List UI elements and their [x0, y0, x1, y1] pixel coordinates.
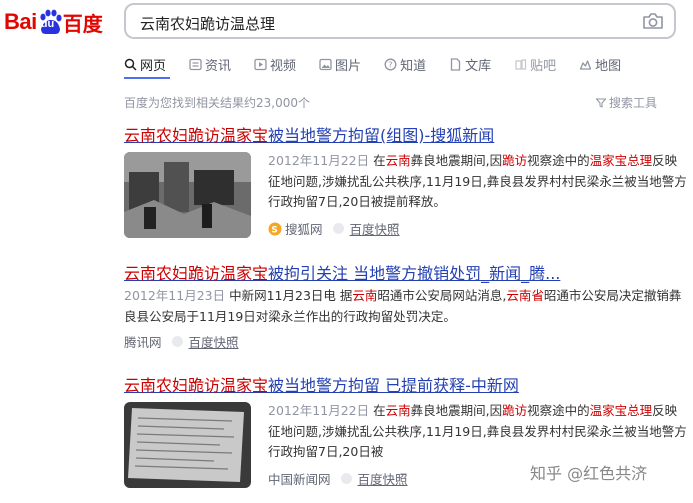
title-text: 被拘引关注 当地警方撤销处罚_新闻_腾...: [268, 264, 561, 283]
abstract-highlight: 跪访: [502, 153, 528, 168]
result-count: 百度为您找到相关结果约23,000个: [124, 96, 310, 110]
tab-label: 网页: [140, 58, 167, 74]
info-dot-icon[interactable]: [340, 473, 352, 484]
camera-icon[interactable]: [642, 12, 664, 30]
info-dot-icon[interactable]: [332, 223, 344, 234]
search-input[interactable]: [138, 11, 622, 35]
tab-label: 知道: [400, 58, 427, 74]
video-icon: [254, 58, 267, 70]
svg-text:?: ?: [388, 60, 392, 69]
abstract-text: 在: [373, 153, 386, 168]
tab-web[interactable]: 网页: [124, 52, 166, 76]
result-thumbnail[interactable]: [124, 402, 251, 488]
active-tab-indicator: [124, 77, 170, 79]
paw-icon: du: [38, 9, 62, 35]
result-source-row: 腾讯网 百度快照: [124, 332, 239, 351]
tab-tieba[interactable]: 贴吧: [514, 52, 556, 76]
result-date: 2012年11月22日: [268, 153, 370, 168]
search-tools-button[interactable]: 搜索工具: [596, 94, 657, 111]
result-source[interactable]: 中国新闻网: [268, 469, 331, 488]
tab-wenku[interactable]: 文库: [449, 52, 491, 76]
watermark: 知乎 @红色共济: [530, 464, 648, 483]
tab-label: 贴吧: [530, 58, 557, 74]
result-abstract: 2012年11月22日 在云南彝良地震期间,因跪访视察途中的温家宝总理反映征地问…: [268, 151, 688, 213]
abstract-text: 视察途中的: [527, 153, 590, 168]
result-source-row: S 搜狐网 百度快照: [268, 219, 400, 238]
tab-label: 地图: [595, 58, 622, 74]
result-abstract: 2012年11月22日 在云南彝良地震期间,因跪访视察途中的温家宝总理反映征地问…: [268, 401, 688, 463]
abstract-highlight: 云南: [352, 288, 378, 303]
abstract-text: 彝良地震期间,因: [410, 153, 503, 168]
news-icon: [189, 58, 202, 70]
tab-map[interactable]: 地图: [579, 52, 621, 76]
logo-baidu-cn: 百度: [62, 11, 103, 36]
result-title-link[interactable]: 云南农妇跪访温家宝被当地警方拘留 已提前获释-中新网: [124, 372, 519, 396]
result-source-row: 中国新闻网 百度快照: [268, 469, 408, 488]
snapshot-link[interactable]: 百度快照: [350, 219, 400, 238]
abstract-text: 视察途中的: [527, 403, 590, 418]
abstract-highlight: 云南省: [506, 288, 544, 303]
search-tabs: 网页 资讯 视频 图片 ? 知道 文库 贴吧 地图: [124, 52, 644, 76]
abstract-highlight: 云南: [385, 153, 411, 168]
title-highlight: 云南农妇跪访温家宝: [124, 126, 269, 145]
result-date: 2012年11月22日: [268, 403, 370, 418]
tab-label: 图片: [335, 58, 362, 74]
baidu-logo[interactable]: Bai du 百度: [4, 6, 103, 38]
abstract-highlight: 温家宝总理: [589, 153, 653, 168]
map-icon: [579, 59, 592, 70]
result-thumbnail[interactable]: [124, 152, 251, 238]
filter-icon: [596, 98, 606, 108]
tab-label: 视频: [270, 58, 297, 74]
abstract-text: 在: [373, 403, 386, 418]
search-result: 云南农妇跪访温家宝被当地警方拘留 已提前获释-中新网 2012年11月22日 在…: [124, 372, 687, 488]
tab-video[interactable]: 视频: [254, 52, 296, 76]
tab-label: 资讯: [205, 58, 232, 74]
result-title-link[interactable]: 云南农妇跪访温家宝被拘引关注 当地警方撤销处罚_新闻_腾...: [124, 260, 560, 284]
title-highlight: 云南农妇跪访温家宝: [124, 264, 269, 283]
search-icon: [124, 58, 137, 71]
search-box: [124, 3, 676, 39]
abstract-highlight: 温家宝总理: [589, 403, 653, 418]
title-text: 被当地警方拘留(组图)-搜狐新闻: [268, 126, 495, 145]
logo-bai: Bai: [4, 9, 37, 34]
search-tools-label: 搜索工具: [609, 96, 658, 110]
tab-image[interactable]: 图片: [319, 52, 361, 76]
result-source[interactable]: 搜狐网: [285, 219, 323, 238]
tab-zhidao[interactable]: ? 知道: [384, 52, 426, 76]
header: Bai du 百度: [0, 0, 693, 44]
tieba-icon: [515, 58, 527, 70]
abstract-highlight: 云南: [385, 403, 411, 418]
search-result: 云南农妇跪访温家宝被拘引关注 当地警方撤销处罚_新闻_腾... 2012年11月…: [124, 260, 681, 350]
logo-du: du: [40, 18, 55, 30]
abstract-text: 中新网11月23日电 据: [229, 288, 353, 303]
question-icon: ?: [384, 58, 397, 70]
title-text: 被当地警方拘留 已提前获释-中新网: [268, 376, 519, 395]
image-icon: [319, 58, 332, 70]
result-source[interactable]: 腾讯网: [124, 332, 162, 351]
tab-news[interactable]: 资讯: [189, 52, 231, 76]
info-dot-icon[interactable]: [171, 336, 183, 347]
result-abstract: 2012年11月23日 中新网11月23日电 据云南昭通市公安局网站消息,云南省…: [124, 286, 690, 327]
svg-text:S: S: [271, 225, 277, 235]
document-icon: [450, 57, 461, 71]
result-title-link[interactable]: 云南农妇跪访温家宝被当地警方拘留(组图)-搜狐新闻: [124, 122, 494, 146]
title-highlight: 云南农妇跪访温家宝: [124, 376, 269, 395]
snapshot-link[interactable]: 百度快照: [358, 469, 408, 488]
abstract-highlight: 跪访: [502, 403, 528, 418]
result-date: 2012年11月23日: [124, 288, 226, 303]
tab-label: 文库: [465, 58, 492, 74]
sohu-logo-icon: S: [268, 222, 282, 235]
abstract-text: 彝良地震期间,因: [410, 403, 503, 418]
abstract-text: 昭通市公安局网站消息,: [377, 288, 507, 303]
search-result: 云南农妇跪访温家宝被当地警方拘留(组图)-搜狐新闻 2012年11月22日 在云…: [124, 122, 687, 238]
snapshot-link[interactable]: 百度快照: [189, 332, 239, 351]
